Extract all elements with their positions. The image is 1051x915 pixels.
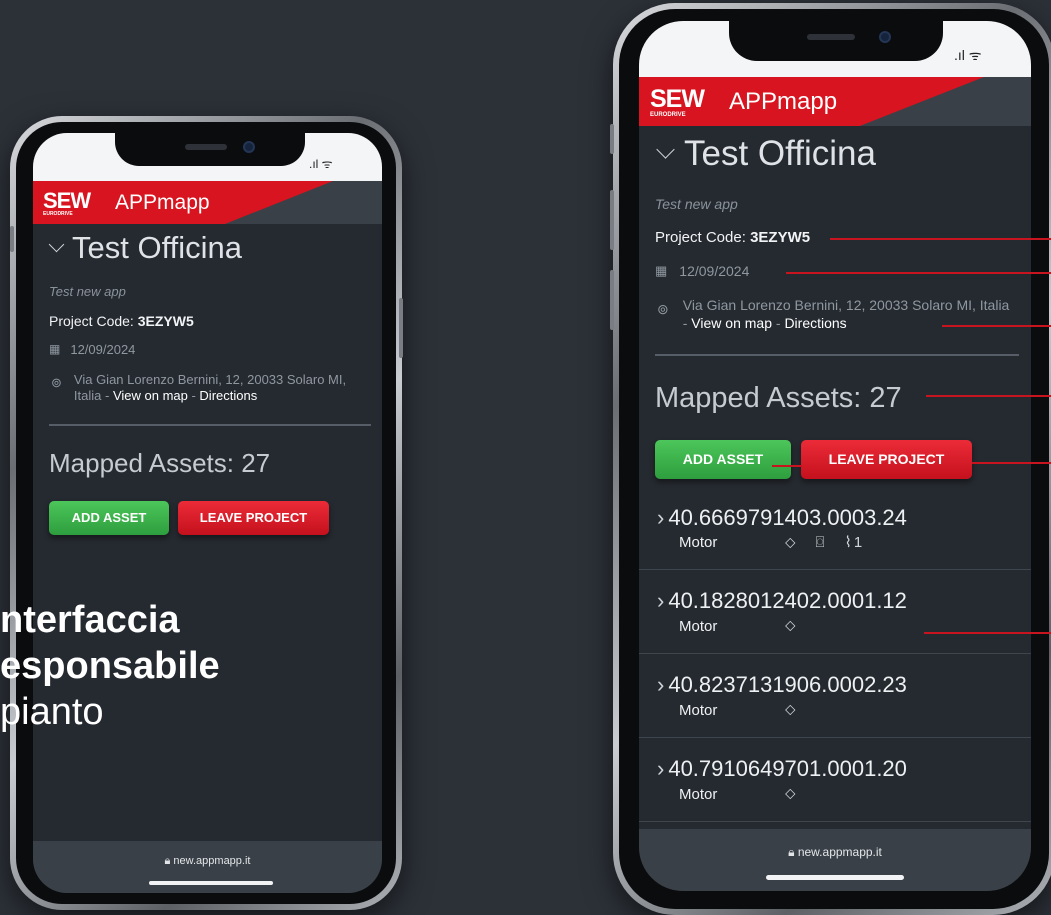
- project-code-value: 3EZYW5: [137, 313, 194, 329]
- annotation-line-address: [942, 325, 1051, 327]
- add-asset-button[interactable]: ADD ASSET: [655, 440, 791, 479]
- location-pin-icon: ⊚: [51, 375, 62, 390]
- home-indicator[interactable]: [766, 875, 904, 880]
- phone-left-side-button: [399, 298, 403, 358]
- camera: [243, 141, 255, 153]
- project-date: ▦ 12/09/2024: [49, 342, 136, 357]
- asset-icons: ⬦: [785, 785, 796, 802]
- annotation-line-buttons: [972, 462, 1051, 464]
- sew-logo[interactable]: SEW EURODRIVE: [43, 190, 91, 217]
- project-date: ▦ 12/09/2024: [655, 263, 750, 279]
- asset-type: Motor: [679, 534, 718, 551]
- phone-left-volume-button: [10, 226, 14, 252]
- project-code: Project Code: 3EZYW5: [49, 313, 194, 329]
- speaker: [185, 144, 227, 150]
- asset-type: Motor: [679, 786, 718, 803]
- chevron-right-icon: ›: [657, 672, 665, 697]
- leave-project-button[interactable]: LEAVE PROJECT: [178, 501, 329, 535]
- chevron-down-icon: [48, 236, 65, 252]
- project-subtitle: Test new app: [655, 196, 738, 212]
- view-on-map-link[interactable]: View on map: [691, 315, 772, 331]
- asset-icons: ⬦: [785, 617, 796, 634]
- tag-icon[interactable]: ⬦: [785, 617, 796, 634]
- notch: [115, 133, 305, 166]
- app-title: APPmapp: [729, 88, 838, 115]
- annotation-line-asset-list: [924, 632, 1051, 634]
- phone-right-screen: .ıl ᯤ SEW EURODRIVE APPmapp Test Officin…: [639, 21, 1031, 891]
- chevron-right-icon: ›: [657, 588, 665, 613]
- asset-icons: ⬦ ⌼ ⌇ 1: [785, 533, 863, 552]
- url-bar[interactable]: 🔒︎ new.appmapp.it: [33, 855, 382, 868]
- add-asset-button[interactable]: ADD ASSET: [49, 501, 169, 535]
- app-title: APPmapp: [115, 191, 210, 214]
- notch: [729, 21, 943, 61]
- location-pin-icon: ⊚: [657, 301, 669, 317]
- project-subtitle: Test new app: [49, 284, 126, 299]
- camera-icon[interactable]: ⌼: [816, 534, 825, 551]
- annotation-line-mapped-assets: [926, 395, 1051, 397]
- speaker: [807, 34, 855, 40]
- chevron-right-icon: ›: [657, 756, 665, 781]
- phone-right-volume-button: [610, 124, 614, 154]
- asset-list-item[interactable]: › 40.8237131906.0002.23 Motor ⬦: [639, 654, 1031, 738]
- asset-list-item[interactable]: › 40.6669791403.0003.24 Motor ⬦ ⌼ ⌇ 1: [639, 489, 1031, 570]
- url-bar[interactable]: 🔒︎ new.appmapp.it: [639, 845, 1031, 860]
- calendar-icon: ▦: [655, 263, 668, 278]
- project-title[interactable]: Test Officina: [48, 230, 242, 266]
- annotation-line-date: [786, 272, 1051, 274]
- asset-icons: ⬦: [785, 701, 796, 718]
- mapped-assets-count: Mapped Assets: 27: [655, 382, 902, 414]
- mapped-assets-count: Mapped Assets: 27: [49, 448, 271, 478]
- phone-right-volume-up: [610, 190, 614, 250]
- browser-bar: 🔒︎ new.appmapp.it: [639, 829, 1031, 891]
- project-code: Project Code: 3EZYW5: [655, 229, 811, 246]
- divider: [655, 354, 1019, 356]
- project-address: ⊚ Via Gian Lorenzo Bernini, 12, 20033 So…: [51, 372, 347, 403]
- sew-logo[interactable]: SEW EURODRIVE: [650, 87, 705, 119]
- divider: [49, 424, 371, 426]
- paperclip-icon[interactable]: ⌇ 1: [845, 533, 863, 551]
- asset-type: Motor: [679, 618, 718, 635]
- home-indicator[interactable]: [149, 881, 273, 885]
- phone-right-volume-down: [610, 270, 614, 330]
- asset-list-item[interactable]: › 40.1828012402.0001.12 Motor ⬦: [639, 570, 1031, 654]
- annotation-line-project-code: [830, 238, 1051, 240]
- camera: [879, 31, 891, 43]
- browser-bar: 🔒︎ new.appmapp.it: [33, 841, 382, 893]
- app-header: SEW EURODRIVE APPmapp: [639, 77, 1031, 126]
- view-on-map-link[interactable]: View on map: [113, 388, 188, 403]
- calendar-icon: ▦: [49, 342, 61, 356]
- asset-id: › 40.7910649701.0001.20: [657, 756, 907, 781]
- signal-wifi-icon: .ıl ᯤ: [309, 157, 333, 171]
- directions-link[interactable]: Directions: [199, 388, 257, 403]
- tag-icon[interactable]: ⬦: [785, 785, 796, 802]
- project-title[interactable]: Test Officina: [655, 134, 876, 174]
- annotation-line-add-asset: [772, 465, 802, 467]
- tag-icon[interactable]: ⬦: [785, 534, 796, 551]
- asset-list-item[interactable]: › 40.7910649701.0001.20 Motor ⬦: [639, 738, 1031, 822]
- asset-id: › 40.8237131906.0002.23: [657, 672, 907, 697]
- app-header: SEW EURODRIVE APPmapp: [33, 181, 382, 224]
- asset-type: Motor: [679, 702, 718, 719]
- phone-left-screen: .ıl ᯤ SEW EURODRIVE APPmapp Test Officin…: [33, 133, 382, 893]
- signal-wifi-icon: .ıl ᯤ: [954, 47, 982, 63]
- slide-heading: nterfaccia esponsabile pianto: [0, 599, 220, 733]
- project-code-value: 3EZYW5: [750, 229, 811, 246]
- lock-icon: 🔒︎: [164, 855, 171, 867]
- asset-id: › 40.1828012402.0001.12: [657, 588, 907, 613]
- lock-icon: 🔒︎: [788, 845, 795, 859]
- chevron-right-icon: ›: [657, 505, 665, 530]
- tag-icon[interactable]: ⬦: [785, 701, 796, 718]
- chevron-down-icon: [656, 140, 675, 159]
- leave-project-button[interactable]: LEAVE PROJECT: [801, 440, 972, 479]
- directions-link[interactable]: Directions: [784, 315, 846, 331]
- asset-id: › 40.6669791403.0003.24: [657, 505, 907, 530]
